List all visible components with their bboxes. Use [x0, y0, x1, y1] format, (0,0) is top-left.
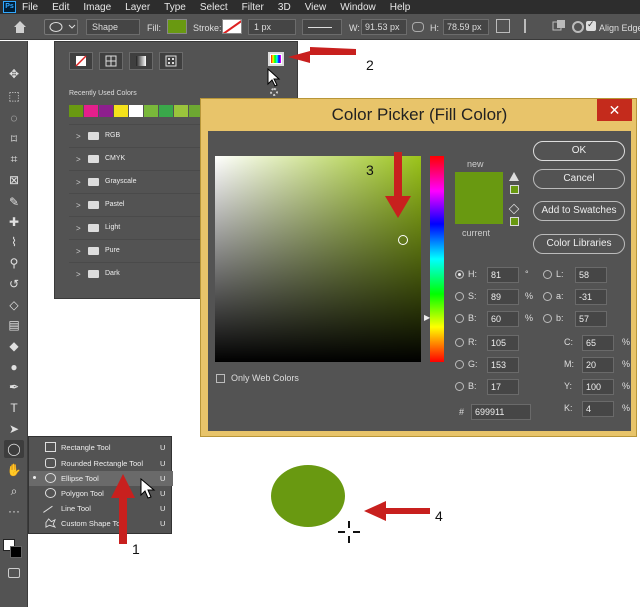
- arrow-2: [288, 47, 356, 63]
- annotation-1: 1: [132, 541, 140, 557]
- annotation-3: 3: [366, 162, 374, 178]
- annotation-2: 2: [366, 57, 374, 73]
- arrow-4: [364, 501, 430, 521]
- annotation-4: 4: [435, 508, 443, 524]
- arrow-3: [385, 152, 411, 218]
- arrow-1: [111, 474, 135, 544]
- annotation-arrows: [111, 47, 430, 544]
